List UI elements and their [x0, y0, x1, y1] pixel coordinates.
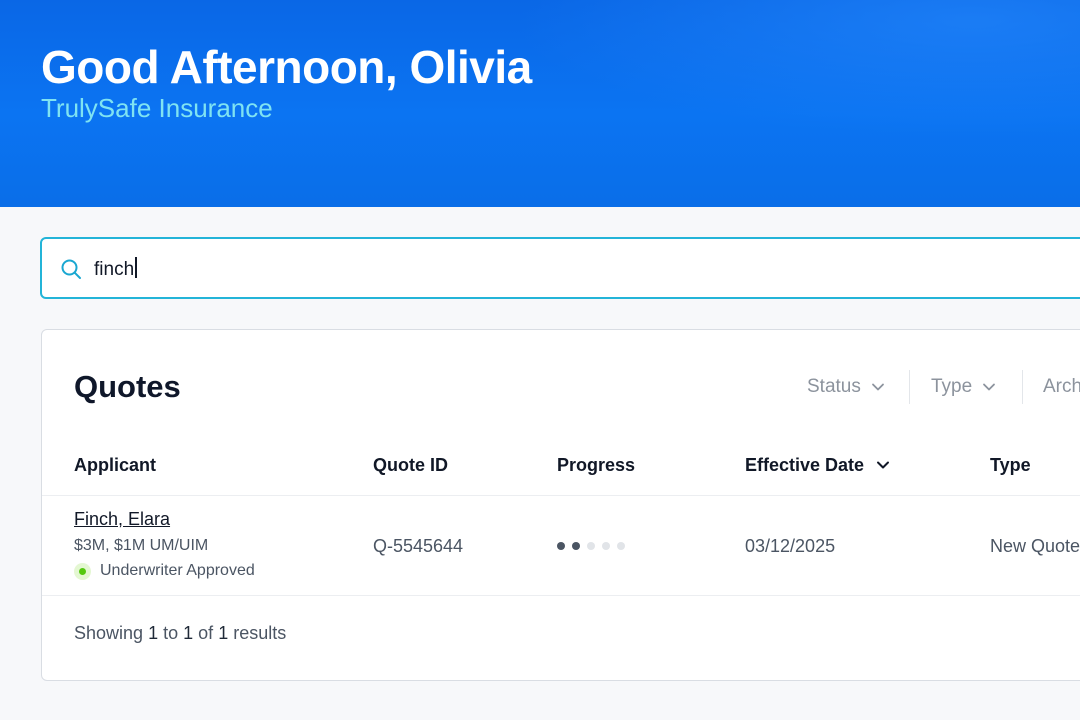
table-divider: [42, 595, 1080, 596]
column-header-quote-id[interactable]: Quote ID: [373, 453, 448, 477]
column-header-applicant[interactable]: Applicant: [74, 453, 156, 477]
effective-date-cell: 03/12/2025: [745, 536, 836, 556]
chevron-down-icon: [983, 383, 996, 391]
type-filter-dropdown[interactable]: Type: [931, 375, 996, 399]
status-filter-label: Status: [807, 376, 861, 397]
column-header-type[interactable]: Type: [990, 453, 1031, 477]
filter-divider: [1022, 370, 1023, 404]
table-divider: [42, 495, 1080, 496]
archive-filter-label: Arch: [1043, 376, 1080, 397]
chevron-down-icon: [871, 383, 884, 391]
header-banner: Good Afternoon, Olivia TrulySafe Insuran…: [0, 0, 1080, 207]
type-filter-label: Type: [931, 376, 973, 397]
filter-divider: [909, 370, 910, 404]
progress-step-dot: [557, 542, 565, 550]
column-header-progress[interactable]: Progress: [557, 453, 635, 477]
type-cell: New Quote: [990, 536, 1080, 556]
greeting-heading: Good Afternoon, Olivia: [41, 41, 532, 93]
progress-step-dot: [617, 542, 625, 550]
status-label: Underwriter Approved: [100, 562, 255, 579]
progress-indicator: [557, 542, 625, 550]
results-summary: Showing 1 to 1 of 1 results: [74, 623, 287, 643]
quotes-card: Quotes Status Type Arch Applicant Quote …: [41, 329, 1080, 681]
applicant-link[interactable]: Finch, Elara: [74, 508, 170, 530]
search-icon: [61, 259, 81, 279]
status-filter-dropdown[interactable]: Status: [807, 375, 885, 399]
text-caret: [135, 257, 137, 278]
progress-step-dot: [587, 542, 595, 550]
quotes-title: Quotes: [74, 369, 181, 404]
progress-step-dot: [602, 542, 610, 550]
quote-id-cell: Q-5545644: [373, 536, 464, 556]
search-input-value[interactable]: finch: [94, 257, 137, 282]
status-indicator: Underwriter Approved: [74, 561, 255, 581]
sort-chevron-down-icon: [877, 461, 890, 469]
search-input[interactable]: finch: [40, 237, 1080, 299]
coverage-text: $3M, $1M UM/UIM: [74, 537, 209, 554]
column-header-effective-date[interactable]: Effective Date: [745, 453, 890, 477]
status-dot-icon: [74, 562, 91, 580]
company-name: TrulySafe Insurance: [41, 93, 273, 123]
progress-step-dot: [572, 542, 580, 550]
archive-filter-dropdown[interactable]: Arch: [1043, 375, 1080, 399]
